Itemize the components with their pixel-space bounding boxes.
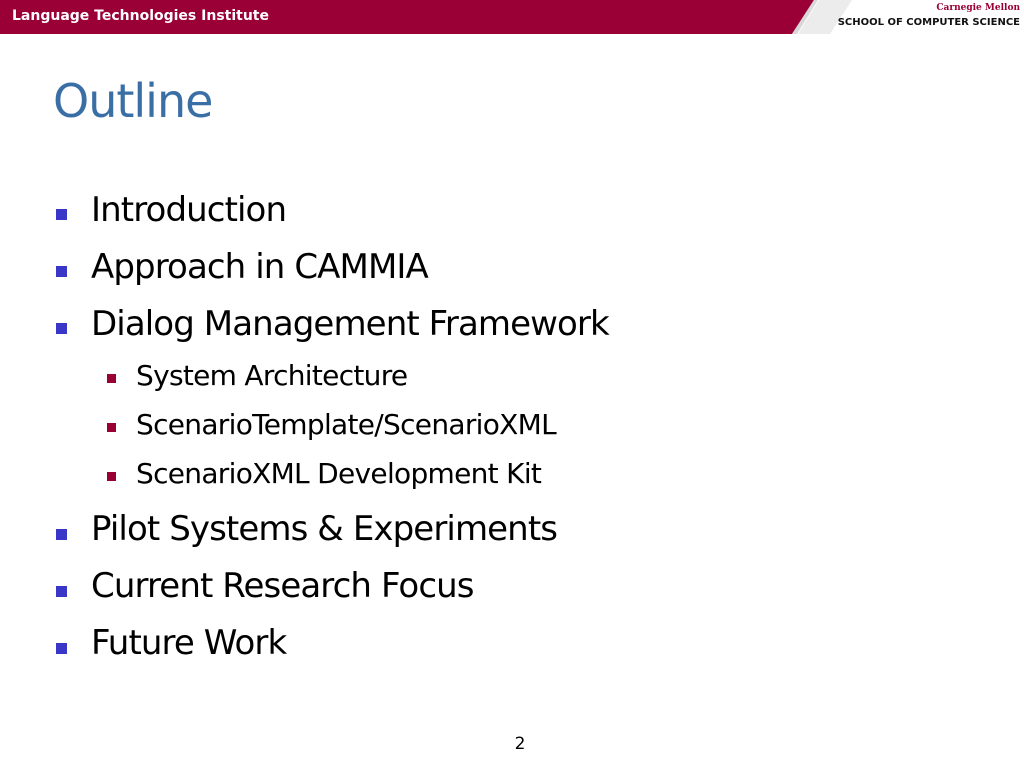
- sub-bullet-icon: [107, 472, 116, 481]
- bullet-icon: [56, 643, 67, 654]
- sub-bullet-icon: [107, 423, 116, 432]
- list-item: Pilot Systems & Experiments: [91, 509, 558, 549]
- list-sub-item: ScenarioTemplate/ScenarioXML: [136, 408, 557, 441]
- bullet-icon: [56, 209, 67, 220]
- outline-list: Introduction Approach in CAMMIA Dialog M…: [0, 0, 1024, 768]
- list-sub-item: System Architecture: [136, 359, 408, 392]
- list-item: Future Work: [91, 623, 287, 663]
- page-number: 2: [514, 734, 526, 754]
- bullet-icon: [56, 266, 67, 277]
- list-item: Approach in CAMMIA: [91, 247, 429, 287]
- bullet-icon: [56, 529, 67, 540]
- list-sub-item: ScenarioXML Development Kit: [136, 457, 542, 490]
- list-item: Dialog Management Framework: [91, 304, 610, 344]
- list-item: Current Research Focus: [91, 566, 474, 606]
- bullet-icon: [56, 323, 67, 334]
- list-item: Introduction: [91, 190, 287, 230]
- sub-bullet-icon: [107, 374, 116, 383]
- bullet-icon: [56, 586, 67, 597]
- slide: Language Technologies Institute Carnegie…: [0, 0, 1024, 768]
